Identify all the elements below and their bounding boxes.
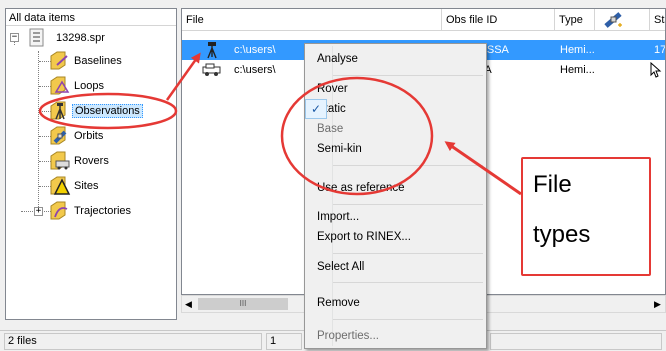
menu-separator <box>333 282 483 283</box>
status-pane-empty <box>490 333 662 350</box>
column-header-type[interactable]: Type <box>555 9 595 31</box>
status-pane-secondary: 1 <box>266 333 302 350</box>
tree-item-rovers[interactable]: Rovers <box>72 152 111 170</box>
menu-item-label: Select All <box>317 261 365 273</box>
tree-item-loops[interactable]: Loops <box>72 77 106 95</box>
column-header-satellite[interactable] <box>595 9 650 31</box>
row-file-path: c:\users\ <box>234 44 276 56</box>
menu-item-label: Use as reference <box>317 182 405 194</box>
tree-item-observations[interactable]: Observations <box>72 102 143 120</box>
menu-item-import[interactable]: Import... <box>307 207 494 227</box>
rovers-icon <box>50 151 70 170</box>
satellite-icon <box>604 12 622 28</box>
tree-item-label: Rovers <box>74 155 109 167</box>
menu-item-label: Analyse <box>317 53 358 65</box>
context-menu: Analyse Rover ✓ Static Base Semi-kin Use… <box>304 43 487 349</box>
column-header-file[interactable]: File <box>182 9 442 31</box>
menu-item-label: Import... <box>317 211 360 223</box>
menu-item-properties: Properties... <box>307 326 494 346</box>
loops-icon <box>50 76 70 95</box>
observations-icon <box>50 101 66 120</box>
tree-root-label: 13298.spr <box>56 32 105 44</box>
menu-item-rover[interactable]: Rover <box>307 79 494 99</box>
menu-item-remove[interactable]: Remove <box>307 293 494 313</box>
menu-item-semi-kin[interactable]: Semi-kin <box>307 139 494 159</box>
expand-trajectories-toggle[interactable]: + <box>34 207 43 216</box>
collapse-root-toggle[interactable]: − <box>10 33 19 42</box>
rover-vehicle-icon <box>202 63 221 76</box>
callout-line-2: types <box>533 221 591 248</box>
data-tree-panel: All data items − 13298.spr Baselines Loo… <box>5 8 177 320</box>
tree-header: All data items <box>6 9 176 26</box>
orbits-icon <box>50 126 67 145</box>
menu-item-static[interactable]: ✓ Static <box>305 99 494 119</box>
menu-separator <box>333 319 483 320</box>
menu-separator <box>333 75 483 76</box>
menu-separator <box>333 204 483 205</box>
file-types-callout: File types <box>521 157 651 276</box>
menu-item-label: Export to RINEX... <box>317 231 411 243</box>
menu-item-analyse[interactable]: Analyse <box>307 49 494 69</box>
tree-root[interactable]: 13298.spr <box>54 29 107 47</box>
tree-item-label: Trajectories <box>74 205 132 217</box>
static-tripod-icon <box>207 42 217 59</box>
tree-item-label: Orbits <box>74 130 104 142</box>
mouse-cursor-icon <box>650 62 662 78</box>
tree-item-sites[interactable]: Sites <box>72 177 100 195</box>
menu-item-use-as-reference[interactable]: Use as reference <box>307 178 494 198</box>
scroll-left-arrow-icon[interactable]: ◀ <box>185 299 192 310</box>
scroll-thumb[interactable]: III <box>198 298 288 310</box>
trajectories-icon <box>50 201 68 220</box>
column-header-sta[interactable]: Sta <box>650 9 665 31</box>
tree-item-label: Sites <box>74 180 99 192</box>
menu-item-label: Properties... <box>317 330 379 342</box>
menu-separator <box>333 165 483 166</box>
project-file-icon <box>29 28 44 47</box>
menu-item-select-all[interactable]: Select All <box>307 257 494 277</box>
menu-item-base: Base <box>307 119 494 139</box>
menu-item-export-to-rinex[interactable]: Export to RINEX... <box>307 227 494 247</box>
tree-connector <box>38 51 39 211</box>
tree-item-label: Loops <box>74 80 104 92</box>
callout-line-1: File <box>533 171 572 198</box>
tree-item-trajectories[interactable]: Trajectories <box>72 202 133 220</box>
scroll-right-arrow-icon[interactable]: ▶ <box>654 299 661 310</box>
status-file-count: 2 files <box>4 333 262 350</box>
tree-item-orbits[interactable]: Orbits <box>72 127 105 145</box>
column-header-obs-file-id[interactable]: Obs file ID <box>442 9 555 31</box>
menu-item-label: Remove <box>317 297 360 309</box>
menu-separator <box>333 253 483 254</box>
row-file-path: c:\users\ <box>234 64 276 76</box>
tree-item-label: Observations <box>72 104 143 118</box>
row-type: Hemi... <box>560 44 595 56</box>
menu-item-label: Rover <box>317 83 348 95</box>
sites-icon <box>50 176 71 195</box>
tree-item-baselines[interactable]: Baselines <box>72 52 124 70</box>
baselines-icon <box>50 51 68 70</box>
menu-item-label: Semi-kin <box>317 143 362 155</box>
tree-item-label: Baselines <box>74 55 122 67</box>
row-type: Hemi... <box>560 64 595 76</box>
row-sta: 17 <box>654 44 666 56</box>
checkmark-icon: ✓ <box>305 99 327 119</box>
menu-item-label: Base <box>317 123 344 135</box>
